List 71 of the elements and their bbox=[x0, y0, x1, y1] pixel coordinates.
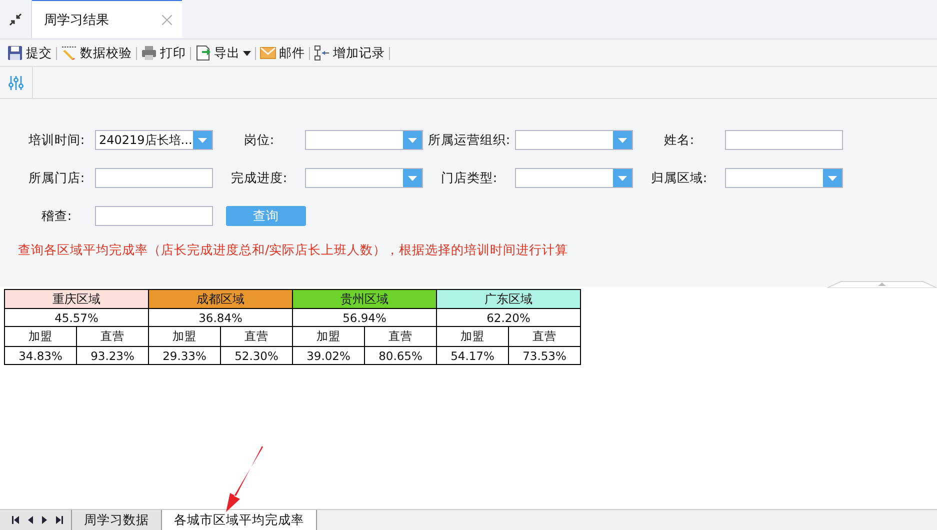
region-header: 广东区域 bbox=[436, 290, 580, 308]
dropdown-arrow-icon bbox=[408, 176, 417, 180]
field-label: 培训时间: bbox=[27, 132, 86, 148]
input-field[interactable] bbox=[95, 206, 213, 226]
field-label: 门店类型: bbox=[440, 170, 498, 186]
toolbar-button[interactable]: 数据校验 bbox=[57, 44, 136, 62]
table-cell: 39.02% bbox=[292, 346, 364, 364]
column-header: 直营 bbox=[364, 326, 436, 346]
dropdown-arrow-icon bbox=[618, 176, 627, 180]
input-field[interactable] bbox=[725, 130, 843, 150]
field-label: 姓名: bbox=[662, 132, 696, 148]
dropdown-arrow-icon bbox=[618, 138, 627, 142]
toolbar-button[interactable]: 提交 bbox=[3, 44, 56, 62]
region-header: 重庆区域 bbox=[4, 290, 148, 308]
next-sheet-icon[interactable] bbox=[42, 516, 47, 524]
column-header: 加盟 bbox=[148, 326, 220, 346]
collapse-arrows-icon[interactable] bbox=[9, 12, 22, 26]
field-label: 岗位: bbox=[242, 132, 276, 148]
printer-icon bbox=[141, 45, 157, 61]
toolbar-button[interactable]: 增加记录 bbox=[310, 44, 389, 62]
dropdown-field[interactable]: 240219店长培... bbox=[95, 130, 213, 150]
table-cell: 54.17% bbox=[436, 346, 508, 364]
field-label: 所属门店: bbox=[27, 170, 86, 186]
field-label: 完成进度: bbox=[230, 170, 288, 186]
table-cell: 62.20% bbox=[436, 308, 580, 326]
input-field[interactable] bbox=[95, 168, 213, 188]
toolbar-button[interactable]: 导出 bbox=[191, 44, 255, 62]
dropdown-arrow-icon bbox=[828, 176, 837, 180]
pencil-icon bbox=[61, 45, 77, 61]
table-cell: 45.57% bbox=[4, 308, 148, 326]
add-record-icon bbox=[314, 45, 330, 61]
dropdown-field[interactable] bbox=[515, 168, 633, 188]
region-header: 贵州区域 bbox=[292, 290, 436, 308]
table-cell: 34.83% bbox=[4, 346, 76, 364]
hint-text: 查询各区域平均完成率（店长完成进度总和/实际店长上班人数），根据选择的培训时间进行计算 bbox=[18, 242, 570, 259]
dropdown-arrow-icon bbox=[198, 138, 207, 142]
first-sheet-icon[interactable] bbox=[12, 516, 19, 524]
close-icon[interactable] bbox=[162, 14, 172, 24]
column-header: 加盟 bbox=[4, 326, 76, 346]
sheet-tab[interactable]: 各城市区域平均完成率 bbox=[162, 510, 317, 530]
dropdown-arrow-icon bbox=[408, 138, 417, 142]
table-cell: 36.84% bbox=[148, 308, 292, 326]
document-tab[interactable]: 周学习结果 bbox=[32, 0, 182, 38]
collapse-handle[interactable] bbox=[827, 281, 937, 288]
table-cell: 80.65% bbox=[364, 346, 436, 364]
previous-sheet-icon[interactable] bbox=[28, 516, 33, 524]
sheet-tab[interactable]: 周学习数据 bbox=[72, 510, 162, 530]
table-cell: 73.53% bbox=[508, 346, 580, 364]
dropdown-field[interactable] bbox=[305, 130, 423, 150]
table-cell: 29.33% bbox=[148, 346, 220, 364]
field-label: 稽查: bbox=[40, 208, 73, 224]
toolbar-button[interactable]: 打印 bbox=[137, 44, 190, 62]
column-header: 加盟 bbox=[292, 326, 364, 346]
field-label: 所属运营组织: bbox=[426, 132, 512, 148]
table-cell: 56.94% bbox=[292, 308, 436, 326]
column-header: 直营 bbox=[76, 326, 148, 346]
dropdown-field[interactable] bbox=[305, 168, 423, 188]
dropdown-field[interactable] bbox=[515, 130, 633, 150]
column-header: 加盟 bbox=[436, 326, 508, 346]
region-header: 成都区域 bbox=[148, 290, 292, 308]
sliders-icon[interactable] bbox=[8, 74, 24, 90]
column-header: 直营 bbox=[220, 326, 292, 346]
export-icon bbox=[195, 45, 211, 61]
dropdown-field[interactable] bbox=[725, 168, 843, 188]
envelope-icon bbox=[260, 45, 276, 61]
table-cell: 93.23% bbox=[76, 346, 148, 364]
toolbar-button[interactable]: 邮件 bbox=[256, 44, 309, 62]
field-label: 归属区域: bbox=[650, 170, 708, 186]
table-cell: 52.30% bbox=[220, 346, 292, 364]
column-header: 直营 bbox=[508, 326, 580, 346]
last-sheet-icon[interactable] bbox=[56, 516, 63, 524]
